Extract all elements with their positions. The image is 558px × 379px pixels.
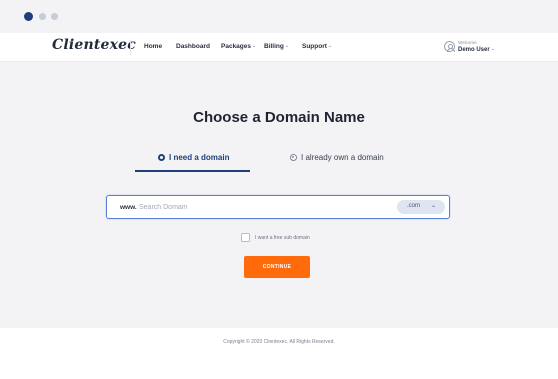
nav-packages-label: Packages [221, 43, 251, 50]
active-window-dot[interactable] [24, 12, 33, 21]
page-title: Choose a Domain Name [193, 109, 365, 126]
radio-selected-icon [158, 154, 165, 161]
tab-need-domain-label: I need a domain [169, 153, 230, 162]
nav-billing-label: Billing [264, 43, 284, 50]
nav-home-label: Home [144, 43, 163, 50]
chevron-down-icon: ⌄ [327, 43, 333, 49]
domain-selection-panel: Choose a Domain Name I need a domain I a… [0, 63, 558, 328]
nav-dashboard-label: Dashboard [176, 43, 210, 50]
chevron-down-icon: ⌄ [284, 43, 290, 49]
welcome-text: Welcome [458, 40, 477, 45]
user-menu[interactable]: Welcome Demo User⌄ [444, 40, 504, 56]
window-dot[interactable] [51, 13, 58, 20]
user-name: Demo User⌄ [458, 46, 495, 53]
nav-dashboard[interactable]: Dashboard [176, 43, 210, 50]
top-navbar: Clientexec Home Dashboard Packages⌄ Bill… [0, 33, 558, 62]
window-dot[interactable] [39, 13, 46, 20]
nav-support-label: Support [302, 43, 327, 50]
nav-home[interactable]: Home [144, 43, 162, 50]
chevron-down-icon: ⌄ [490, 46, 495, 52]
domain-search-input[interactable] [139, 201, 389, 214]
logo-divider [130, 40, 131, 55]
free-subdomain-checkbox[interactable] [241, 233, 250, 242]
nav-billing[interactable]: Billing⌄ [264, 43, 289, 50]
www-prefix: www. [120, 204, 137, 211]
chevron-down-icon: ⌄ [431, 203, 437, 209]
user-icon [444, 41, 455, 52]
nav-packages[interactable]: Packages⌄ [221, 43, 256, 50]
copyright-text: Copyright © 2020 Clientexec. All Rights … [223, 339, 335, 345]
chevron-down-icon: ⌄ [252, 43, 257, 49]
tld-value: .com [407, 203, 421, 209]
tab-own-domain[interactable]: I already own a domain [290, 153, 384, 162]
domain-search-box: www. .com ⌄ [106, 195, 450, 219]
radio-unselected-icon [290, 154, 297, 161]
brand-logo[interactable]: Clientexec [52, 37, 136, 53]
nav-support[interactable]: Support⌄ [302, 43, 332, 50]
tab-need-domain[interactable]: I need a domain [158, 153, 229, 162]
tab-own-domain-label: I already own a domain [301, 153, 384, 162]
footer: Copyright © 2020 Clientexec. All Rights … [0, 328, 558, 379]
tld-select[interactable]: .com ⌄ [397, 200, 445, 214]
continue-button[interactable]: CONTINUE [244, 256, 310, 278]
active-tab-indicator [135, 170, 250, 172]
free-subdomain-label: I want a free sub domain [255, 235, 310, 241]
window-controls [0, 0, 558, 33]
